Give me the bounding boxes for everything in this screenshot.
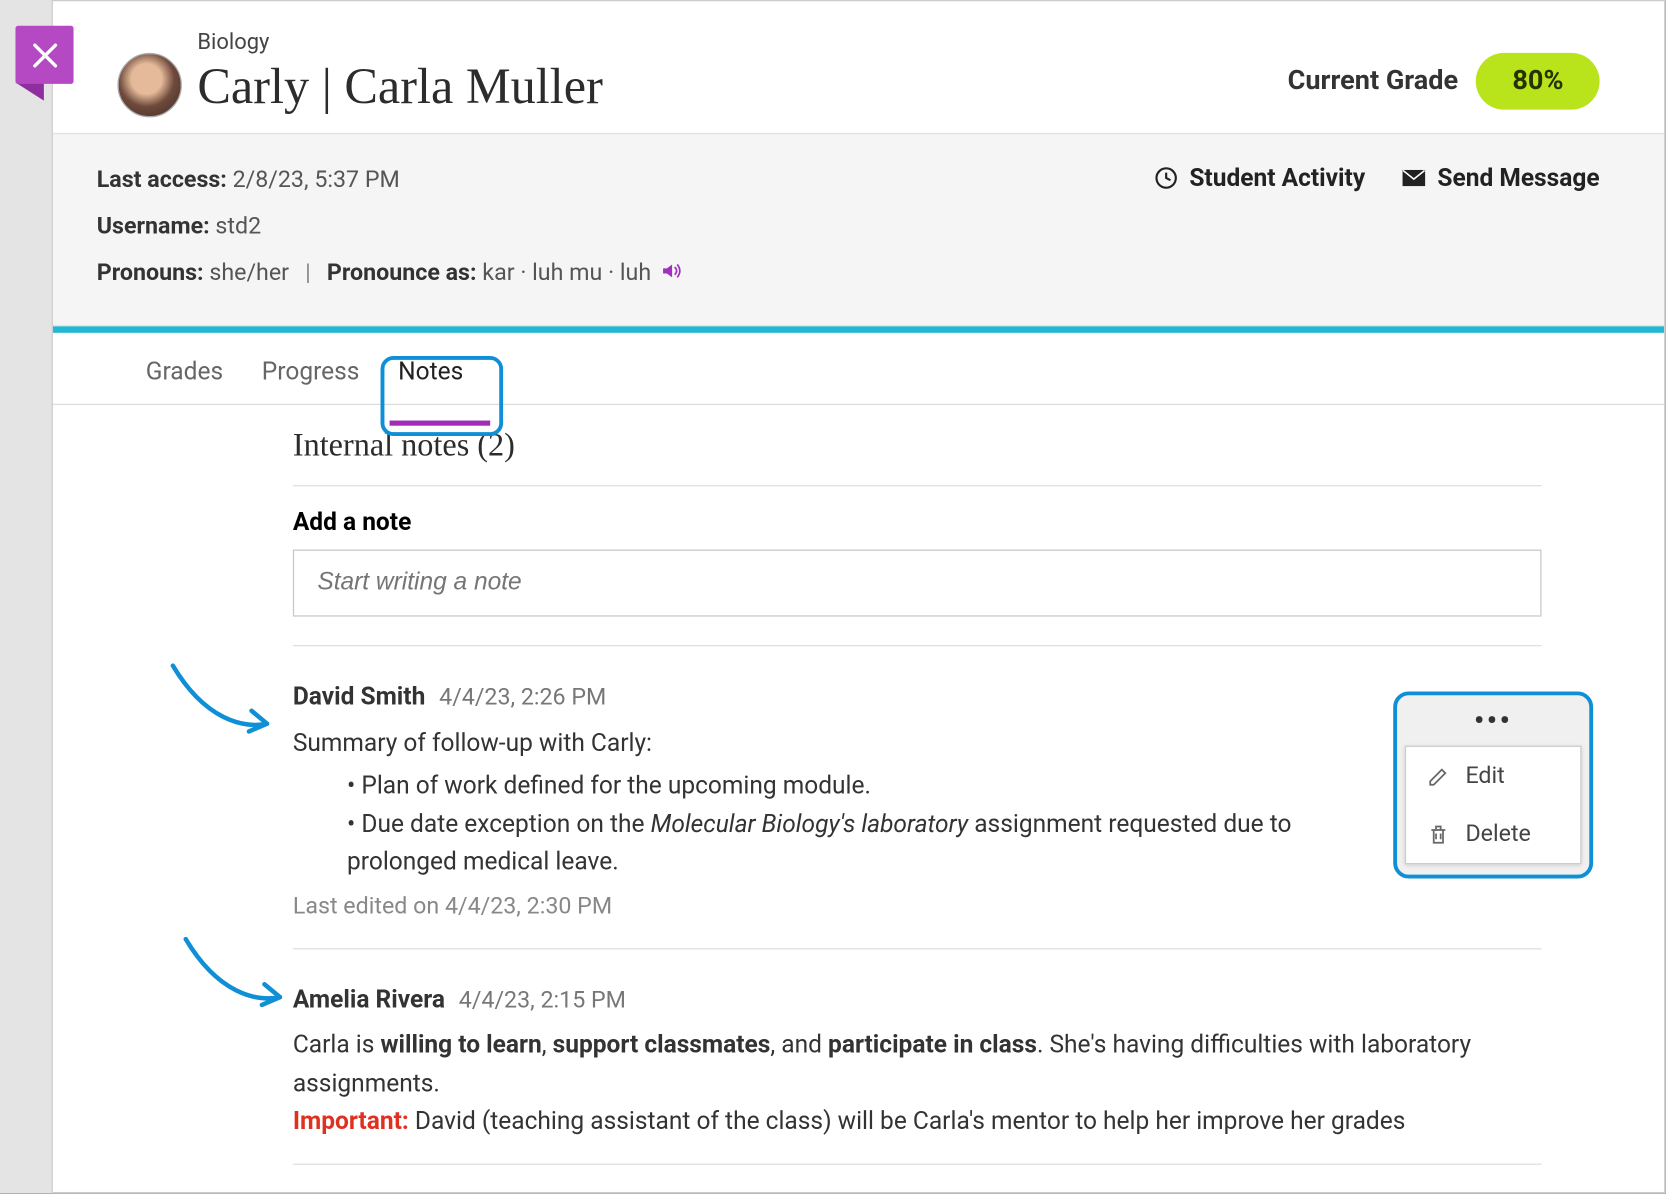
annotation-arrow: [179, 935, 295, 1018]
send-message-link[interactable]: Send Message: [1401, 163, 1599, 193]
note-entry: Amelia Rivera 4/4/23, 2:15 PM Carla is w…: [293, 949, 1542, 1163]
trash-icon: [1427, 822, 1450, 845]
delete-label: Delete: [1465, 820, 1530, 847]
edit-menu-item[interactable]: Edit: [1406, 747, 1580, 805]
pencil-icon: [1427, 764, 1450, 787]
student-panel: Biology Carly | Carla Muller Current Gra…: [52, 0, 1666, 1193]
active-tab-underline: [390, 421, 491, 426]
note-summary: Summary of follow-up with Carly:: [293, 724, 1364, 762]
current-grade-label: Current Grade: [1288, 66, 1459, 97]
pronouns-label: Pronouns:: [97, 259, 204, 286]
send-message-label: Send Message: [1437, 163, 1599, 193]
note-bullet: Plan of work defined for the upcoming mo…: [347, 767, 1364, 805]
note-line: Important: David (teaching assistant of …: [293, 1102, 1542, 1140]
edit-label: Edit: [1465, 762, 1504, 789]
envelope-icon: [1401, 164, 1427, 190]
username-label: Username:: [97, 213, 210, 240]
course-name: Biology: [197, 30, 602, 56]
last-access-label: Last access:: [97, 166, 227, 193]
avatar: [117, 53, 182, 118]
annotation-arrow: [166, 662, 282, 745]
note-last-edited: Last edited on 4/4/23, 2:30 PM: [293, 888, 1364, 924]
last-access-value: 2/8/23, 5:37 PM: [233, 166, 400, 193]
note-line: Carla is willing to learn, support class…: [293, 1026, 1542, 1102]
note-actions-menu: ••• Edit Delete: [1393, 691, 1593, 878]
tab-grades[interactable]: Grades: [135, 351, 233, 404]
pronouns-value: she/her: [209, 259, 289, 286]
grade-value: 80%: [1476, 53, 1599, 110]
more-options-button[interactable]: •••: [1397, 695, 1589, 745]
note-entry: David Smith 4/4/23, 2:26 PM Summary of f…: [293, 646, 1364, 947]
speaker-icon[interactable]: [662, 262, 683, 285]
pronounce-value: kar · luh mu · luh: [482, 259, 651, 286]
close-button[interactable]: [15, 26, 73, 84]
username-value: std2: [215, 213, 261, 240]
student-name: Carly | Carla Muller: [197, 58, 602, 116]
student-activity-label: Student Activity: [1189, 163, 1365, 193]
student-activity-link[interactable]: Student Activity: [1153, 163, 1365, 193]
note-bullet: Due date exception on the Molecular Biol…: [347, 805, 1364, 881]
note-author: Amelia Rivera: [293, 984, 445, 1014]
note-date: 4/4/23, 2:15 PM: [459, 986, 626, 1013]
tab-progress[interactable]: Progress: [251, 351, 369, 404]
note-author: David Smith: [293, 681, 425, 711]
delete-menu-item[interactable]: Delete: [1406, 805, 1580, 863]
close-icon: [30, 41, 58, 69]
note-date: 4/4/23, 2:26 PM: [439, 684, 606, 711]
add-note-label: Add a note: [293, 507, 1542, 537]
clock-icon: [1153, 164, 1179, 190]
pronounce-label: Pronounce as:: [327, 259, 477, 286]
note-input[interactable]: [293, 550, 1542, 617]
